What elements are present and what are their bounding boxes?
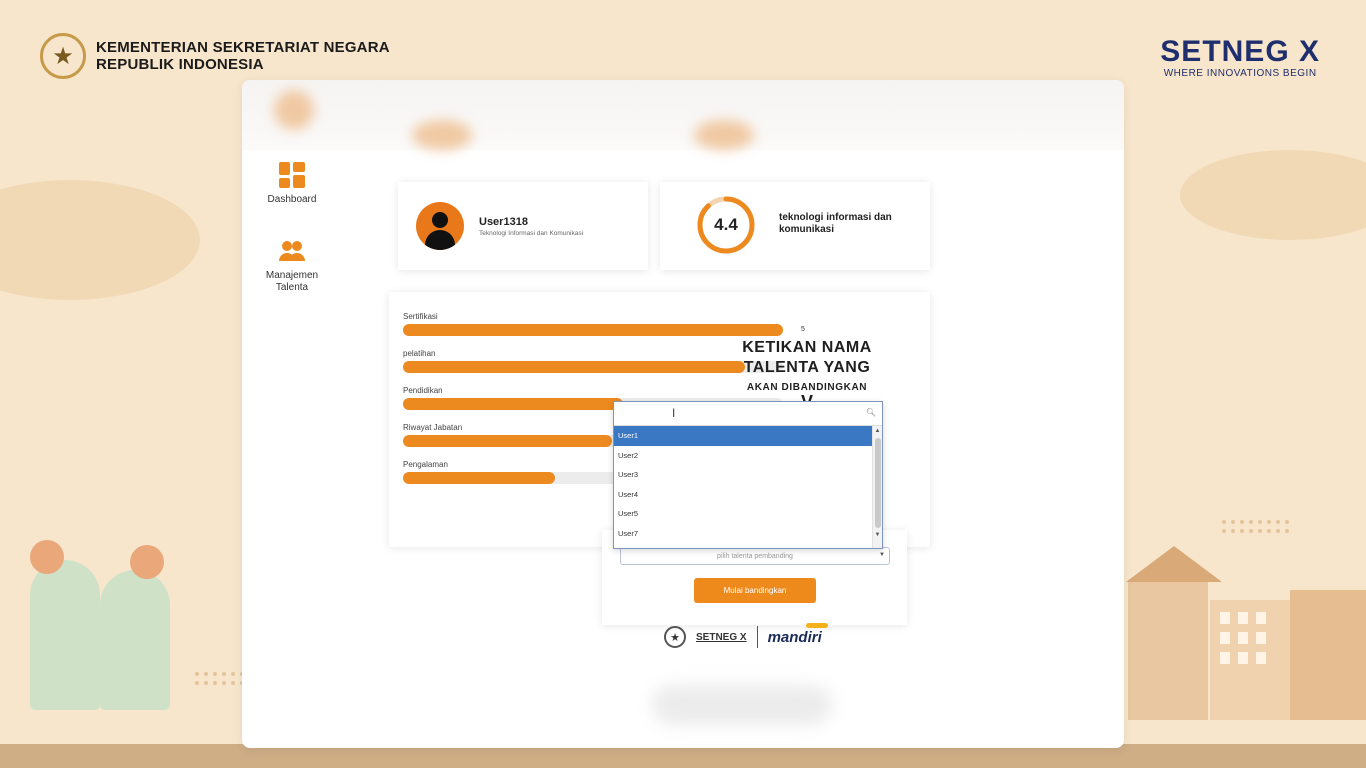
brand-title: SETNEG X [1160, 35, 1320, 68]
skill-bar-fill [403, 324, 783, 336]
skill-bar-label: Pengalaman [403, 460, 448, 469]
garuda-emblem-icon: ★ [664, 626, 686, 648]
dropdown-option[interactable]: User1 [614, 426, 872, 446]
app-window: Dashboard Manajemen Talenta User1318 Tek… [242, 80, 1124, 748]
skill-bar-fill [403, 361, 745, 373]
user-name: User1318 [479, 216, 528, 228]
app-header-blurred [242, 80, 1124, 150]
skill-bar-label: pelatihan [403, 349, 436, 358]
skill-bar-fill [403, 435, 612, 447]
chevron-down-icon: ▼ [879, 552, 885, 558]
garuda-emblem-icon: ★ [40, 33, 86, 79]
dropdown-options: User1 User2 User3 User4 User5 User7 [614, 426, 872, 548]
user-profile-card: User1318 Teknologi Informasi dan Komunik… [398, 182, 648, 270]
sidebar-item-label: Manajemen Talenta [265, 270, 319, 293]
scroll-thumb[interactable] [874, 438, 881, 528]
skill-bar-label: Pendidikan [403, 386, 443, 395]
user-field: Teknologi Informasi dan Komunikasi [479, 230, 584, 237]
dropdown-option[interactable]: User5 [614, 504, 872, 524]
dropdown-scrollbar[interactable]: ▲ ▼ [872, 426, 882, 548]
ministry-name: KEMENTERIAN SEKRETARIAT NEGARA REPUBLIK … [96, 39, 390, 73]
dropdown-option[interactable]: User3 [614, 465, 872, 485]
dropdown-option[interactable]: User4 [614, 485, 872, 505]
avatar [416, 202, 464, 250]
dropdown-option[interactable]: User7 [614, 524, 872, 544]
score-value: 4.4 [714, 215, 738, 234]
skill-bar-fill [403, 398, 623, 410]
blurred-footer [652, 685, 832, 725]
score-label: teknologi informasi dan komunikasi [779, 212, 892, 235]
footer-setneg-logo: SETNEG X [696, 631, 747, 643]
skill-bar-fill [403, 472, 555, 484]
skill-bar-value: 5 [801, 326, 805, 333]
instruction-line2: TALENTA YANG [743, 359, 871, 376]
text-cursor-icon: I [672, 406, 676, 420]
ministry-name-line2: REPUBLIK INDONESIA [96, 56, 264, 73]
ministry-name-line1: KEMENTERIAN SEKRETARIAT NEGARA [96, 39, 390, 56]
start-compare-button[interactable]: Mulai bandingkan [694, 578, 816, 603]
people-icon [277, 236, 307, 266]
scroll-down-icon[interactable]: ▼ [873, 530, 882, 540]
scroll-up-icon[interactable]: ▲ [873, 426, 882, 436]
dropdown-search-input[interactable]: I 🔍︎ [614, 402, 882, 426]
sidebar-item-dashboard[interactable]: Dashboard [242, 160, 342, 206]
skill-bar-track [403, 324, 783, 336]
skill-bar-label: Sertifikasi [403, 312, 438, 321]
search-icon: 🔍︎ [865, 408, 876, 417]
compare-select[interactable]: pilih talenta pembanding ▼ [620, 547, 890, 565]
dropdown-option[interactable]: User2 [614, 446, 872, 466]
sidebar-item-manajemen-talenta[interactable]: Manajemen Talenta [242, 236, 342, 294]
sidebar-item-label: Dashboard [267, 194, 317, 205]
setneg-x-brand: SETNEG X WHERE INNOVATIONS BEGIN [1160, 35, 1320, 80]
footer-mandiri-logo: mandiri [767, 622, 828, 646]
brand-tagline: WHERE INNOVATIONS BEGIN [1163, 68, 1317, 79]
instruction-line1: KETIKAN NAMA [742, 339, 872, 356]
talent-dropdown[interactable]: I 🔍︎ User1 User2 User3 User4 User5 User7 ▲ ▼ [613, 401, 883, 549]
skill-bar-label: Riwayat Jabatan [403, 423, 463, 432]
compare-select-placeholder: pilih talenta pembanding [717, 552, 793, 560]
sidebar: Dashboard Manajemen Talenta [242, 160, 342, 324]
ministry-logo: ★ KEMENTERIAN SEKRETARIAT NEGARA REPUBLI… [40, 33, 390, 79]
footer-logos: ★ SETNEG X mandiri [664, 622, 828, 648]
divider [756, 626, 758, 648]
dashboard-icon [277, 160, 307, 190]
